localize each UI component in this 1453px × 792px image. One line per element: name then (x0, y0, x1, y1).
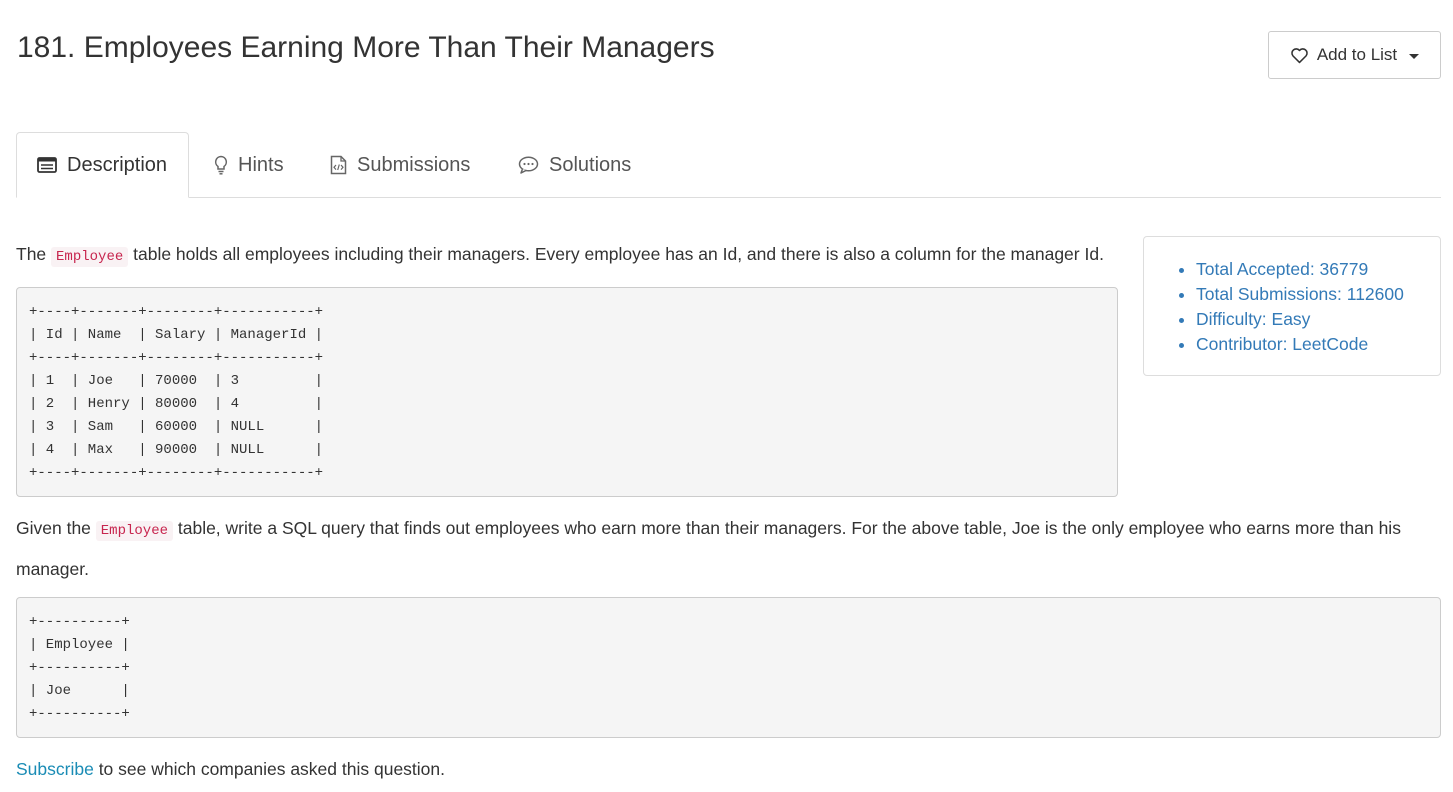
chat-bubble-icon (518, 156, 539, 174)
add-to-list-button[interactable]: Add to List (1268, 31, 1441, 79)
tab-hints-label: Hints (238, 153, 284, 176)
subscribe-link[interactable]: Subscribe (16, 759, 94, 779)
caret-down-icon (1409, 53, 1420, 59)
problem-tabs: Description Hints Submissions Solutions (16, 132, 1441, 198)
stat-total-submissions: Total Submissions: 112600 (1196, 282, 1440, 307)
heart-icon (1290, 47, 1309, 64)
tab-hints[interactable]: Hints (214, 132, 284, 198)
tab-solutions-label: Solutions (549, 153, 632, 176)
description-paragraph-1: The Employee table holds all employees i… (16, 235, 1126, 276)
expected-output-table: +----------+ | Employee | +----------+ |… (16, 597, 1441, 738)
text-fragment: table holds all employees including thei… (128, 244, 1104, 264)
description-paragraph-2: Given the Employee table, write a SQL qu… (16, 509, 1436, 588)
stat-contributor: Contributor: LeetCode (1196, 332, 1440, 357)
tab-description-label: Description (67, 153, 168, 176)
tab-submissions[interactable]: Submissions (330, 132, 470, 198)
text-fragment: table, write a SQL query that finds out … (16, 518, 1401, 579)
tab-description[interactable]: Description (16, 132, 189, 198)
inline-code-employee: Employee (51, 247, 129, 267)
text-fragment: to see which companies asked this questi… (93, 759, 445, 779)
inline-code-employee: Employee (95, 521, 173, 541)
stats-list: Total Accepted: 36779 Total Submissions:… (1144, 237, 1440, 357)
employee-table-example: +----+-------+--------+-----------+ | Id… (16, 287, 1118, 497)
add-to-list-label: Add to List (1316, 45, 1398, 64)
list-icon (37, 157, 57, 173)
text-fragment: Given the (16, 518, 96, 538)
code-file-icon (330, 155, 347, 175)
tab-solutions[interactable]: Solutions (518, 132, 631, 198)
lightbulb-icon (214, 155, 228, 175)
problem-stats-panel: Total Accepted: 36779 Total Submissions:… (1143, 236, 1441, 376)
text-fragment: The (16, 244, 52, 264)
stat-total-accepted: Total Accepted: 36779 (1196, 257, 1440, 282)
page-title: 181. Employees Earning More Than Their M… (17, 31, 715, 64)
subscribe-line: Subscribe to see which companies asked t… (16, 750, 445, 788)
tab-submissions-label: Submissions (357, 153, 471, 176)
stat-difficulty: Difficulty: Easy (1196, 307, 1440, 332)
